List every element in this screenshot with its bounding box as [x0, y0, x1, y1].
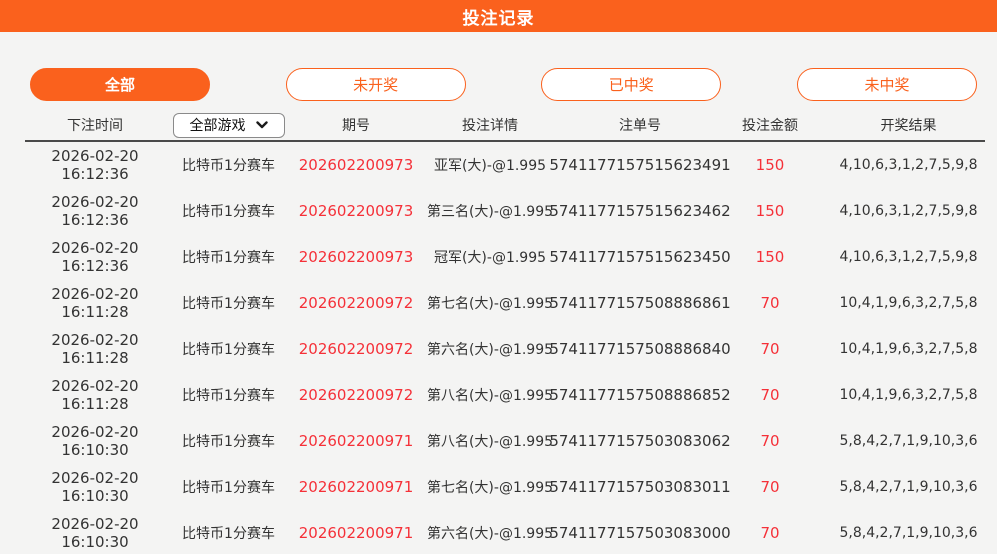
period-number: 202602200973 — [298, 202, 414, 220]
draw-result: 5,8,4,2,7,1,9,10,3,6 — [839, 479, 978, 495]
draw-result: 10,4,1,9,6,3,2,7,5,8 — [839, 341, 978, 357]
order-number: 5741177157503083000 — [549, 524, 731, 542]
bet-detail: 第八名(大)-@1.995 — [426, 434, 554, 450]
bet-amount: 150 — [755, 248, 785, 266]
table-row: 2026-02-20 16:11:28 比特币1分赛车 202602200972… — [0, 326, 997, 372]
bet-detail: 第八名(大)-@1.995 — [426, 388, 554, 404]
game-name: 比特币1分赛车 — [182, 158, 275, 174]
period-number: 202602200973 — [298, 248, 414, 266]
game-filter-select[interactable]: 全部游戏 — [172, 112, 285, 138]
table-row: 2026-02-20 16:12:36 比特币1分赛车 202602200973… — [0, 188, 997, 234]
bet-time: 2026-02-20 16:11:28 — [51, 285, 139, 321]
game-name: 比特币1分赛车 — [182, 296, 275, 312]
period-number: 202602200973 — [298, 156, 414, 174]
bet-detail: 第六名(大)-@1.995 — [426, 342, 554, 358]
game-filter-value: 全部游戏 — [189, 118, 246, 134]
filter-bar: 全部 未开奖 已中奖 未中奖 — [0, 68, 997, 101]
bet-records-list: 2026-02-20 16:12:36 比特币1分赛车 202602200973… — [0, 142, 997, 554]
column-header-game: 全部游戏 — [165, 112, 292, 138]
game-name: 比特币1分赛车 — [182, 342, 275, 358]
column-header-time: 下注时间 — [67, 118, 123, 134]
order-number: 5741177157508886861 — [549, 294, 731, 312]
table-row: 2026-02-20 16:10:30 比特币1分赛车 202602200971… — [0, 510, 997, 554]
game-name: 比特币1分赛车 — [182, 388, 275, 404]
draw-result: 4,10,6,3,1,2,7,5,9,8 — [839, 249, 978, 265]
order-number: 5741177157503083011 — [549, 478, 731, 496]
bet-time: 2026-02-20 16:11:28 — [51, 377, 139, 413]
game-name: 比特币1分赛车 — [182, 250, 275, 266]
draw-result: 5,8,4,2,7,1,9,10,3,6 — [839, 433, 978, 449]
order-number: 5741177157508886840 — [549, 340, 731, 358]
period-number: 202602200971 — [298, 478, 414, 496]
filter-won-button[interactable]: 已中奖 — [541, 68, 722, 101]
table-row: 2026-02-20 16:10:30 比特币1分赛车 202602200971… — [0, 418, 997, 464]
bet-time: 2026-02-20 16:12:36 — [51, 147, 139, 183]
bet-amount: 70 — [760, 294, 780, 312]
table-row: 2026-02-20 16:12:36 比特币1分赛车 202602200973… — [0, 142, 997, 188]
page-title: 投注记录 — [462, 8, 535, 29]
bet-time: 2026-02-20 16:10:30 — [51, 423, 139, 459]
chevron-down-icon — [255, 121, 268, 129]
bet-amount: 70 — [760, 524, 780, 542]
table-row: 2026-02-20 16:12:36 比特币1分赛车 202602200973… — [0, 234, 997, 280]
filter-pending-button[interactable]: 未开奖 — [285, 68, 466, 101]
bet-detail: 冠军(大)-@1.995 — [433, 250, 547, 266]
draw-result: 4,10,6,3,1,2,7,5,9,8 — [839, 203, 978, 219]
bet-detail: 第六名(大)-@1.995 — [426, 526, 554, 542]
order-number: 5741177157515623491 — [549, 156, 731, 174]
bet-amount: 150 — [755, 202, 785, 220]
bet-detail: 第三名(大)-@1.995 — [426, 204, 554, 220]
filter-lost-button[interactable]: 未中奖 — [796, 68, 977, 101]
period-number: 202602200971 — [298, 524, 414, 542]
period-number: 202602200972 — [298, 340, 414, 358]
column-header-period: 期号 — [342, 118, 370, 134]
table-row: 2026-02-20 16:11:28 比特币1分赛车 202602200972… — [0, 280, 997, 326]
table-row: 2026-02-20 16:10:30 比特币1分赛车 202602200971… — [0, 464, 997, 510]
period-number: 202602200972 — [298, 386, 414, 404]
table-row: 2026-02-20 16:11:28 比特币1分赛车 202602200972… — [0, 372, 997, 418]
order-number: 5741177157503083062 — [549, 432, 731, 450]
draw-result: 10,4,1,9,6,3,2,7,5,8 — [839, 387, 978, 403]
game-name: 比特币1分赛车 — [182, 526, 275, 542]
bet-amount: 70 — [760, 386, 780, 404]
game-name: 比特币1分赛车 — [182, 434, 275, 450]
bet-amount: 70 — [760, 478, 780, 496]
period-number: 202602200972 — [298, 294, 414, 312]
order-number: 5741177157515623450 — [549, 248, 731, 266]
column-header-order: 注单号 — [619, 118, 661, 134]
bet-time: 2026-02-20 16:12:36 — [51, 239, 139, 275]
order-number: 5741177157508886852 — [549, 386, 731, 404]
bet-time: 2026-02-20 16:10:30 — [51, 469, 139, 505]
order-number: 5741177157515623462 — [549, 202, 731, 220]
bet-detail: 第七名(大)-@1.995 — [426, 296, 554, 312]
bet-time: 2026-02-20 16:12:36 — [51, 193, 139, 229]
column-header-amount: 投注金额 — [742, 118, 798, 134]
bet-amount: 150 — [755, 156, 785, 174]
bet-time: 2026-02-20 16:11:28 — [51, 331, 139, 367]
bet-detail: 亚军(大)-@1.995 — [433, 158, 547, 174]
draw-result: 4,10,6,3,1,2,7,5,9,8 — [839, 157, 978, 173]
bet-time: 2026-02-20 16:10:30 — [51, 515, 139, 551]
draw-result: 10,4,1,9,6,3,2,7,5,8 — [839, 295, 978, 311]
bet-amount: 70 — [760, 340, 780, 358]
period-number: 202602200971 — [298, 432, 414, 450]
game-name: 比特币1分赛车 — [182, 204, 275, 220]
column-header-detail: 投注详情 — [462, 118, 518, 134]
game-name: 比特币1分赛车 — [182, 480, 275, 496]
bet-amount: 70 — [760, 432, 780, 450]
bet-detail: 第七名(大)-@1.995 — [426, 480, 554, 496]
draw-result: 5,8,4,2,7,1,9,10,3,6 — [839, 525, 978, 541]
table-header-row: 下注时间 全部游戏 期号 投注详情 注单号 投注金额 开奖结果 — [0, 110, 997, 140]
title-bar: 投注记录 — [0, 0, 997, 32]
filter-all-button[interactable]: 全部 — [30, 68, 210, 101]
column-header-result: 开奖结果 — [880, 118, 937, 134]
